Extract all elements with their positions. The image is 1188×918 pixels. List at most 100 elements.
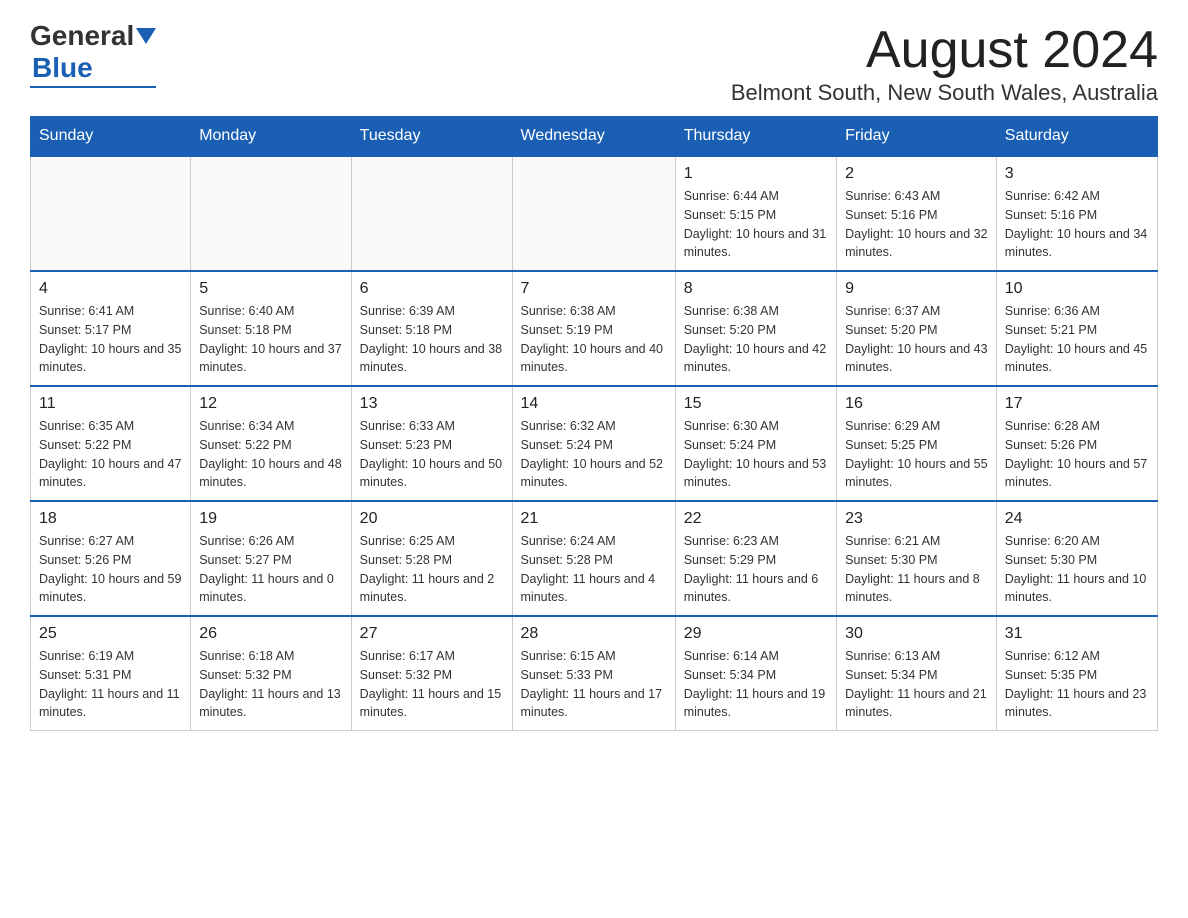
table-row: 2Sunrise: 6:43 AMSunset: 5:16 PMDaylight… [837, 156, 997, 271]
day-number: 14 [521, 395, 667, 413]
table-row [31, 156, 191, 271]
day-info: Sunrise: 6:13 AMSunset: 5:34 PMDaylight:… [845, 647, 988, 722]
day-info: Sunrise: 6:30 AMSunset: 5:24 PMDaylight:… [684, 417, 828, 492]
col-tuesday: Tuesday [351, 117, 512, 157]
day-info: Sunrise: 6:32 AMSunset: 5:24 PMDaylight:… [521, 417, 667, 492]
table-row: 12 Sunrise: 6:34 AMSunset: 5:22 PMDayligh… [191, 386, 351, 501]
day-number: 17 [1005, 395, 1149, 413]
day-number: 3 [1005, 165, 1149, 183]
table-row: 26Sunrise: 6:18 AMSunset: 5:32 PMDayligh… [191, 616, 351, 731]
table-row: 22Sunrise: 6:23 AMSunset: 5:29 PMDayligh… [675, 501, 836, 616]
subtitle: Belmont South, New South Wales, Australi… [731, 80, 1158, 106]
table-row: 16 Sunrise: 6:29 AMSunset: 5:25 PMDayligh… [837, 386, 997, 501]
day-info: Sunrise: 6:40 AMSunset: 5:18 PMDaylight:… [199, 302, 342, 377]
day-number: 1 [684, 165, 828, 183]
day-info: Sunrise: 6:26 AMSunset: 5:27 PMDaylight:… [199, 532, 342, 607]
logo-triangle-icon [136, 28, 156, 44]
calendar-table: Sunday Monday Tuesday Wednesday Thursday… [30, 116, 1158, 731]
day-number: 19 [199, 510, 342, 528]
table-row: 6 Sunrise: 6:39 AMSunset: 5:18 PMDaylight… [351, 271, 512, 386]
table-row: 23 Sunrise: 6:21 AMSunset: 5:30 PMDayligh… [837, 501, 997, 616]
table-row: 3 Sunrise: 6:42 AMSunset: 5:16 PMDaylight… [996, 156, 1157, 271]
day-info: Sunrise: 6:15 AMSunset: 5:33 PMDaylight:… [521, 647, 667, 722]
day-number: 31 [1005, 625, 1149, 643]
day-number: 18 [39, 510, 182, 528]
col-monday: Monday [191, 117, 351, 157]
table-row: 25 Sunrise: 6:19 AMSunset: 5:31 PMDayligh… [31, 616, 191, 731]
day-number: 16 [845, 395, 988, 413]
day-number: 11 [39, 395, 182, 413]
day-info: Sunrise: 6:38 AMSunset: 5:19 PMDaylight:… [521, 302, 667, 377]
table-row: 8Sunrise: 6:38 AMSunset: 5:20 PMDaylight… [675, 271, 836, 386]
table-row: 15Sunrise: 6:30 AMSunset: 5:24 PMDayligh… [675, 386, 836, 501]
table-row: 20Sunrise: 6:25 AMSunset: 5:28 PMDayligh… [351, 501, 512, 616]
table-row: 7Sunrise: 6:38 AMSunset: 5:19 PMDaylight… [512, 271, 675, 386]
day-info: Sunrise: 6:12 AMSunset: 5:35 PMDaylight:… [1005, 647, 1149, 722]
table-row: 4 Sunrise: 6:41 AMSunset: 5:17 PMDaylight… [31, 271, 191, 386]
day-number: 5 [199, 280, 342, 298]
table-row: 24 Sunrise: 6:20 AMSunset: 5:30 PMDayligh… [996, 501, 1157, 616]
header: General Blue August 2024 Belmont South, … [30, 20, 1158, 106]
logo: General Blue [30, 20, 156, 88]
day-info: Sunrise: 6:14 AMSunset: 5:34 PMDaylight:… [684, 647, 828, 722]
day-info: Sunrise: 6:20 AMSunset: 5:30 PMDaylight:… [1005, 532, 1149, 607]
table-row: 10 Sunrise: 6:36 AMSunset: 5:21 PMDayligh… [996, 271, 1157, 386]
day-number: 26 [199, 625, 342, 643]
day-info: Sunrise: 6:29 AMSunset: 5:25 PMDaylight:… [845, 417, 988, 492]
day-number: 27 [360, 625, 504, 643]
day-number: 28 [521, 625, 667, 643]
day-number: 13 [360, 395, 504, 413]
day-info: Sunrise: 6:44 AMSunset: 5:15 PMDaylight:… [684, 187, 828, 262]
day-info: Sunrise: 6:19 AMSunset: 5:31 PMDaylight:… [39, 647, 182, 722]
day-info: Sunrise: 6:42 AMSunset: 5:16 PMDaylight:… [1005, 187, 1149, 262]
table-row: 14 Sunrise: 6:32 AMSunset: 5:24 PMDayligh… [512, 386, 675, 501]
day-number: 23 [845, 510, 988, 528]
table-row: 5 Sunrise: 6:40 AMSunset: 5:18 PMDaylight… [191, 271, 351, 386]
table-row: 11 Sunrise: 6:35 AMSunset: 5:22 PMDayligh… [31, 386, 191, 501]
day-number: 30 [845, 625, 988, 643]
table-row: 29 Sunrise: 6:14 AMSunset: 5:34 PMDayligh… [675, 616, 836, 731]
col-sunday: Sunday [31, 117, 191, 157]
calendar-week-row-4: 18Sunrise: 6:27 AMSunset: 5:26 PMDayligh… [31, 501, 1158, 616]
day-info: Sunrise: 6:43 AMSunset: 5:16 PMDaylight:… [845, 187, 988, 262]
table-row: 19 Sunrise: 6:26 AMSunset: 5:27 PMDayligh… [191, 501, 351, 616]
day-info: Sunrise: 6:37 AMSunset: 5:20 PMDaylight:… [845, 302, 988, 377]
day-info: Sunrise: 6:34 AMSunset: 5:22 PMDaylight:… [199, 417, 342, 492]
table-row [191, 156, 351, 271]
logo-general-text: General [30, 20, 134, 52]
day-number: 20 [360, 510, 504, 528]
table-row: 1 Sunrise: 6:44 AMSunset: 5:15 PMDaylight… [675, 156, 836, 271]
table-row: 17 Sunrise: 6:28 AMSunset: 5:26 PMDayligh… [996, 386, 1157, 501]
logo-line [30, 86, 156, 88]
day-number: 24 [1005, 510, 1149, 528]
month-title: August 2024 [731, 20, 1158, 80]
day-info: Sunrise: 6:21 AMSunset: 5:30 PMDaylight:… [845, 532, 988, 607]
title-area: August 2024 Belmont South, New South Wal… [731, 20, 1158, 106]
table-row: 13 Sunrise: 6:33 AMSunset: 5:23 PMDayligh… [351, 386, 512, 501]
table-row: 18Sunrise: 6:27 AMSunset: 5:26 PMDayligh… [31, 501, 191, 616]
day-info: Sunrise: 6:33 AMSunset: 5:23 PMDaylight:… [360, 417, 504, 492]
day-number: 8 [684, 280, 828, 298]
day-number: 4 [39, 280, 182, 298]
calendar-week-row-3: 11 Sunrise: 6:35 AMSunset: 5:22 PMDayligh… [31, 386, 1158, 501]
day-number: 6 [360, 280, 504, 298]
table-row [351, 156, 512, 271]
day-info: Sunrise: 6:39 AMSunset: 5:18 PMDaylight:… [360, 302, 504, 377]
col-saturday: Saturday [996, 117, 1157, 157]
calendar-week-row-1: 1 Sunrise: 6:44 AMSunset: 5:15 PMDaylight… [31, 156, 1158, 271]
day-info: Sunrise: 6:41 AMSunset: 5:17 PMDaylight:… [39, 302, 182, 377]
day-info: Sunrise: 6:35 AMSunset: 5:22 PMDaylight:… [39, 417, 182, 492]
col-thursday: Thursday [675, 117, 836, 157]
day-number: 22 [684, 510, 828, 528]
table-row: 27Sunrise: 6:17 AMSunset: 5:32 PMDayligh… [351, 616, 512, 731]
day-number: 9 [845, 280, 988, 298]
day-info: Sunrise: 6:28 AMSunset: 5:26 PMDaylight:… [1005, 417, 1149, 492]
col-friday: Friday [837, 117, 997, 157]
calendar-header-row: Sunday Monday Tuesday Wednesday Thursday… [31, 117, 1158, 157]
day-number: 25 [39, 625, 182, 643]
day-number: 10 [1005, 280, 1149, 298]
day-number: 12 [199, 395, 342, 413]
day-number: 29 [684, 625, 828, 643]
calendar-week-row-2: 4 Sunrise: 6:41 AMSunset: 5:17 PMDaylight… [31, 271, 1158, 386]
day-info: Sunrise: 6:36 AMSunset: 5:21 PMDaylight:… [1005, 302, 1149, 377]
